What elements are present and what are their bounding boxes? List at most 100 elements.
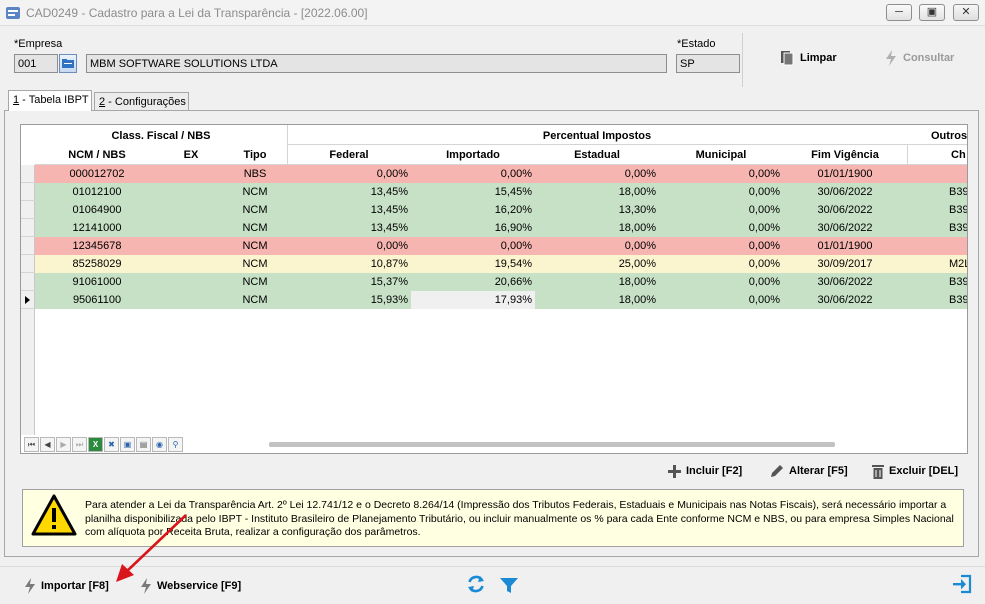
cell-fim-vigencia[interactable]: 30/06/2022	[783, 291, 907, 309]
search-grid-button[interactable]: ⚲	[168, 436, 183, 452]
cell-federal[interactable]: 13,45%	[287, 183, 411, 201]
cell-tipo[interactable]: NCM	[223, 219, 287, 237]
cell-fim-vigencia[interactable]: 30/06/2022	[783, 201, 907, 219]
table-row[interactable]: 01064900 NCM 13,45% 16,20% 13,30% 0,00% 30/06/…	[35, 201, 967, 219]
cell-tipo[interactable]: NCM	[223, 201, 287, 219]
cell-municipal[interactable]: 0,00%	[659, 219, 783, 237]
cell-ex[interactable]	[159, 291, 223, 309]
col-header-federal[interactable]: Federal	[287, 149, 411, 161]
cell-estadual[interactable]: 13,30%	[535, 201, 659, 219]
cell-ncm[interactable]: 91061000	[35, 273, 159, 291]
cell-fim-vigencia[interactable]: 30/06/2022	[783, 219, 907, 237]
cell-federal[interactable]: 13,45%	[287, 219, 411, 237]
cell-ch[interactable]: M2L	[907, 255, 967, 273]
cell-importado[interactable]: 20,66%	[411, 273, 535, 291]
cell-estadual[interactable]: 18,00%	[535, 273, 659, 291]
last-record-button[interactable]: ⏭	[72, 436, 87, 452]
cell-municipal[interactable]: 0,00%	[659, 255, 783, 273]
refresh-grid-button[interactable]: ◉	[152, 436, 167, 452]
webservice-button[interactable]: Webservice [F9]	[140, 578, 241, 594]
cell-ch[interactable]: B39	[907, 273, 967, 291]
table-row[interactable]: 95061100 NCM 15,93% 17,93% 18,00% 0,00% 30/06/…	[35, 291, 967, 309]
excel-export-button[interactable]: X	[88, 436, 103, 452]
horizontal-scrollbar[interactable]	[269, 442, 835, 447]
cell-importado[interactable]: 19,54%	[411, 255, 535, 273]
cell-importado[interactable]: 16,90%	[411, 219, 535, 237]
cell-importado[interactable]: 15,45%	[411, 183, 535, 201]
maximize-button[interactable]: ▣	[919, 4, 945, 21]
cell-importado[interactable]: 16,20%	[411, 201, 535, 219]
row-indicator[interactable]	[21, 183, 35, 201]
cell-estadual[interactable]: 18,00%	[535, 219, 659, 237]
first-record-button[interactable]: ⏮	[24, 436, 39, 452]
filter-button[interactable]	[500, 578, 518, 594]
col-header-municipal[interactable]: Municipal	[659, 149, 783, 161]
cell-ex[interactable]	[159, 183, 223, 201]
exit-button[interactable]	[952, 574, 972, 594]
cell-ncm[interactable]: 12345678	[35, 237, 159, 255]
consultar-button[interactable]: Consultar	[885, 47, 954, 69]
incluir-button[interactable]: Incluir [F2]	[668, 462, 742, 480]
cell-tipo[interactable]: NBS	[223, 165, 287, 183]
ibpt-grid[interactable]: Class. Fiscal / NBS Percentual Impostos …	[20, 124, 968, 454]
cell-ncm[interactable]: 12141000	[35, 219, 159, 237]
cell-federal[interactable]: 10,87%	[287, 255, 411, 273]
cell-fim-vigencia[interactable]: 01/01/1900	[783, 165, 907, 183]
table-row[interactable]: 12141000 NCM 13,45% 16,90% 18,00% 0,00% 30/06/…	[35, 219, 967, 237]
cell-federal[interactable]: 0,00%	[287, 237, 411, 255]
cell-ex[interactable]	[159, 237, 223, 255]
col-header-ch[interactable]: Ch	[907, 149, 967, 161]
cell-municipal[interactable]: 0,00%	[659, 291, 783, 309]
cell-municipal[interactable]: 0,00%	[659, 201, 783, 219]
cell-estadual[interactable]: 18,00%	[535, 291, 659, 309]
importar-button[interactable]: Importar [F8]	[24, 578, 109, 594]
cell-tipo[interactable]: NCM	[223, 291, 287, 309]
col-header-estadual[interactable]: Estadual	[535, 149, 659, 161]
empresa-lookup-button[interactable]	[59, 54, 77, 73]
cell-ch[interactable]: B39	[907, 201, 967, 219]
cell-tipo[interactable]: NCM	[223, 273, 287, 291]
cell-federal[interactable]: 13,45%	[287, 201, 411, 219]
tab-configuracoes[interactable]: 2 - Configurações	[94, 92, 189, 110]
cell-ncm[interactable]: 85258029	[35, 255, 159, 273]
cell-ex[interactable]	[159, 201, 223, 219]
table-row[interactable]: 12345678 NCM 0,00% 0,00% 0,00% 0,00% 01/01/190…	[35, 237, 967, 255]
table-row[interactable]: 000012702 NBS 0,00% 0,00% 0,00% 0,00% 01/01/19…	[35, 165, 967, 183]
cell-ncm[interactable]: 01064900	[35, 201, 159, 219]
cell-estadual[interactable]: 18,00%	[535, 183, 659, 201]
alterar-button[interactable]: Alterar [F5]	[770, 462, 848, 480]
row-indicator[interactable]	[21, 291, 35, 309]
cell-estadual[interactable]: 25,00%	[535, 255, 659, 273]
excluir-button[interactable]: Excluir [DEL]	[872, 462, 958, 480]
cell-ch[interactable]	[907, 165, 967, 183]
limpar-button[interactable]: Limpar	[780, 47, 837, 69]
row-indicator[interactable]	[21, 165, 35, 183]
cell-fim-vigencia[interactable]: 30/09/2017	[783, 255, 907, 273]
cell-fim-vigencia[interactable]: 01/01/1900	[783, 237, 907, 255]
empresa-code-field[interactable]: 001	[14, 54, 58, 73]
cell-ex[interactable]	[159, 273, 223, 291]
tools-button[interactable]: ✖	[104, 436, 119, 452]
row-indicator[interactable]	[21, 201, 35, 219]
col-header-importado[interactable]: Importado	[411, 149, 535, 161]
cell-municipal[interactable]: 0,00%	[659, 237, 783, 255]
col-header-tipo[interactable]: Tipo	[223, 149, 287, 161]
next-record-button[interactable]: ▶	[56, 436, 71, 452]
save-grid-button[interactable]: ▣	[120, 436, 135, 452]
cell-federal[interactable]: 15,37%	[287, 273, 411, 291]
row-indicator[interactable]	[21, 237, 35, 255]
cell-ncm[interactable]: 01012100	[35, 183, 159, 201]
cell-ch[interactable]: B39	[907, 183, 967, 201]
cell-estadual[interactable]: 0,00%	[535, 165, 659, 183]
cell-municipal[interactable]: 0,00%	[659, 273, 783, 291]
refresh-button[interactable]	[466, 575, 486, 593]
col-header-ncm[interactable]: NCM / NBS	[35, 149, 159, 161]
row-indicator[interactable]	[21, 255, 35, 273]
row-indicator[interactable]	[21, 219, 35, 237]
cell-tipo[interactable]: NCM	[223, 183, 287, 201]
prior-record-button[interactable]: ◀	[40, 436, 55, 452]
cell-importado[interactable]: 0,00%	[411, 165, 535, 183]
table-row[interactable]: 91061000 NCM 15,37% 20,66% 18,00% 0,00% 30/06/…	[35, 273, 967, 291]
col-header-fim-vigencia[interactable]: Fim Vigência	[783, 149, 907, 161]
table-row[interactable]: 01012100 NCM 13,45% 15,45% 18,00% 0,00% 30/06/…	[35, 183, 967, 201]
